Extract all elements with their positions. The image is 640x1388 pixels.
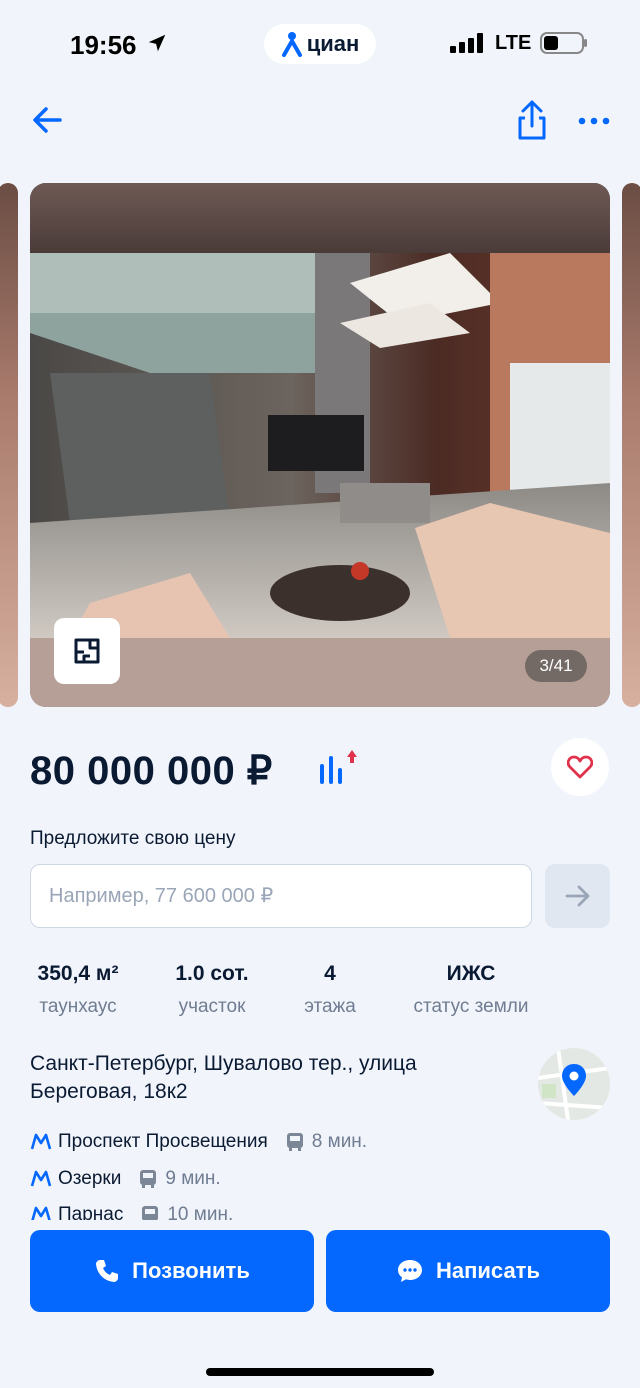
- address: Санкт-Петербург, Шувалово тер., улица Бе…: [30, 1052, 417, 1103]
- cian-logo-icon: [281, 32, 302, 57]
- bus-icon: [140, 1170, 157, 1188]
- param-label: статус земли: [413, 996, 529, 1017]
- call-label: Позвонить: [132, 1258, 250, 1283]
- arrow-right-icon: [565, 885, 589, 907]
- phone-icon: [96, 1260, 119, 1282]
- heart-icon: [567, 755, 593, 779]
- battery-icon: [540, 32, 587, 54]
- metro-icon: [30, 1133, 52, 1150]
- param-label: этажа: [304, 996, 356, 1017]
- metro-station: Парнас 10 мин.: [30, 1200, 233, 1222]
- metro-time: 8 мин.: [311, 1131, 368, 1152]
- metro-clip: Парнас 10 мин.: [0, 1200, 640, 1222]
- offer-submit-button[interactable]: [545, 864, 610, 928]
- param-floors: 4 этажа: [290, 962, 370, 1018]
- call-button[interactable]: Позвонить: [30, 1230, 314, 1312]
- chat-icon: [398, 1260, 422, 1282]
- floor-plan-button[interactable]: [54, 618, 120, 684]
- home-indicator: [206, 1368, 434, 1376]
- offer-label: Предложите свою цену: [30, 828, 236, 849]
- metro-name: Озерки: [58, 1168, 122, 1189]
- prev-photo[interactable]: [0, 183, 18, 707]
- photo-counter: 3/41: [525, 650, 587, 682]
- favorite-button[interactable]: [551, 738, 609, 796]
- status-time: 19:56: [70, 30, 137, 60]
- metro-name: Проспект Просвещения: [58, 1131, 268, 1152]
- floor-plan-icon: [74, 638, 100, 664]
- param-value: ИЖС: [446, 962, 496, 985]
- param-land-status: ИЖС статус земли: [402, 962, 540, 1018]
- param-label: участок: [178, 996, 246, 1017]
- network-type: LTE: [495, 32, 532, 54]
- signal-icon: [450, 33, 483, 53]
- metro-station: Озерки 9 мин.: [30, 1164, 221, 1194]
- metro-time: 9 мин.: [165, 1168, 221, 1189]
- next-photo[interactable]: [622, 183, 640, 707]
- param-value: 350,4 м²: [37, 962, 119, 985]
- price: 80 000 000 ₽: [30, 749, 273, 793]
- param-label: таунхаус: [39, 996, 117, 1017]
- brand-pill[interactable]: циан: [264, 24, 376, 64]
- write-button[interactable]: Написать: [326, 1230, 610, 1312]
- more-dots-icon[interactable]: [574, 100, 614, 140]
- offer-price-input[interactable]: [30, 864, 532, 928]
- share-icon[interactable]: [512, 98, 552, 142]
- bus-icon: [286, 1133, 303, 1151]
- param-value: 4: [324, 962, 336, 985]
- write-label: Написать: [436, 1258, 540, 1283]
- param-value: 1.0 сот.: [175, 962, 249, 985]
- location-arrow-icon: [148, 34, 166, 52]
- status-bar: 19:56 циан LTE: [0, 0, 640, 90]
- brand-name: циан: [306, 31, 360, 56]
- param-area: 350,4 м² таунхаус: [30, 962, 126, 1018]
- param-plot: 1.0 сот. участок: [164, 962, 260, 1018]
- map-thumbnail[interactable]: [538, 1048, 610, 1120]
- metro-icon: [30, 1170, 52, 1187]
- metro-station: Проспект Просвещения 8 мин.: [30, 1127, 367, 1157]
- arrow-left-icon[interactable]: [28, 100, 68, 140]
- price-history-icon[interactable]: [316, 746, 360, 790]
